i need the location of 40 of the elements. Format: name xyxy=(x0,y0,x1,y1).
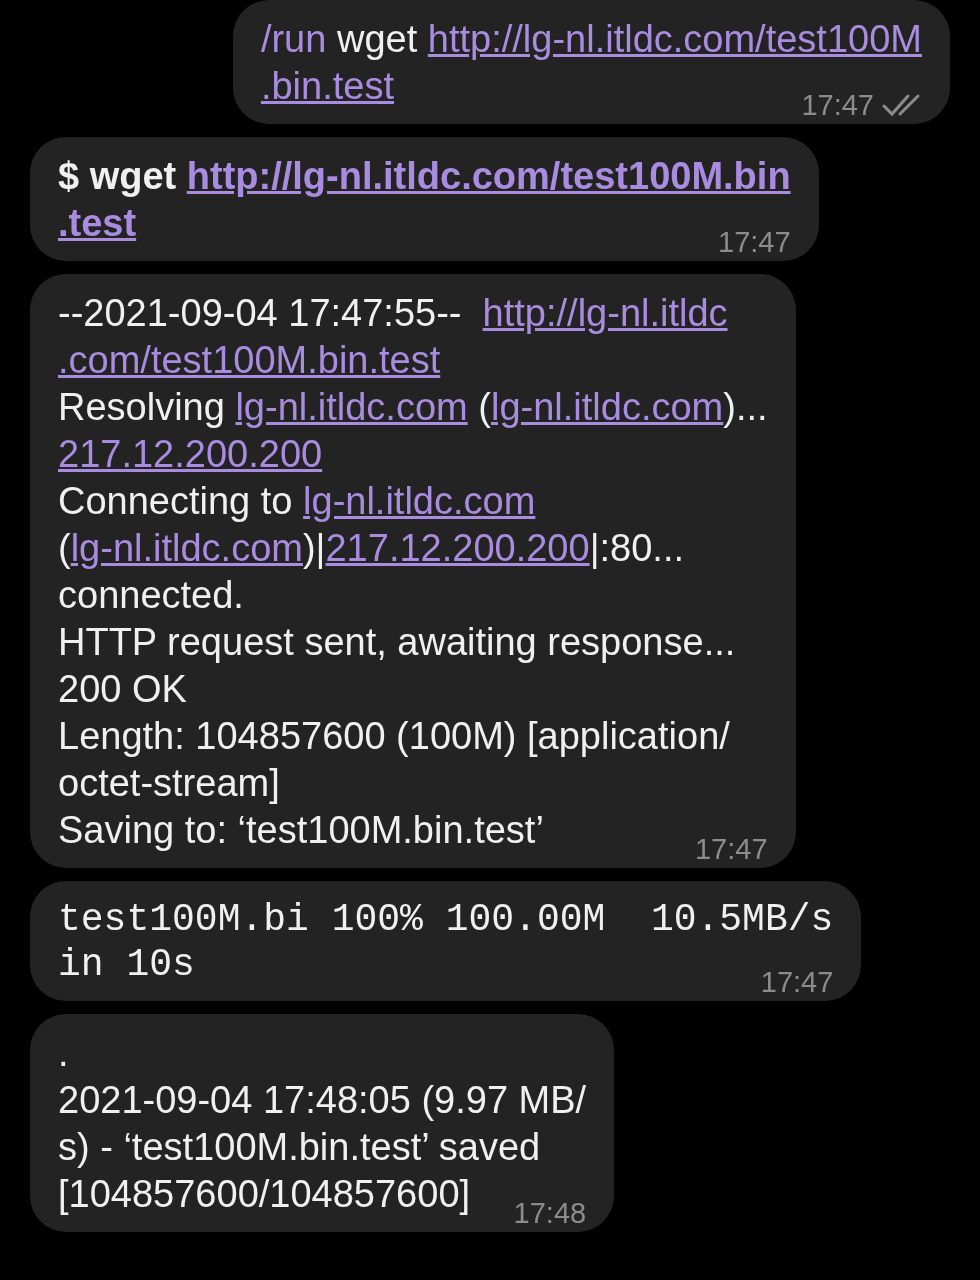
link[interactable]: lg-nl.itldc.com xyxy=(235,384,468,431)
message-text: --2021-09-04 17:47:55-- xyxy=(58,291,463,336)
message-text: s) - ‘test100M.bin.test’ saved xyxy=(58,1125,541,1170)
message-time: 17:47 xyxy=(801,90,874,120)
message-text: Length: 104857600 (100M) [application/ xyxy=(58,714,730,759)
link[interactable]: lg-nl.itldc.com xyxy=(70,525,303,572)
link[interactable]: http://lg-nl.itldc.com/test100M.bin xyxy=(186,153,791,200)
command-link[interactable]: /run xyxy=(260,16,327,63)
message-time: 17:47 xyxy=(718,227,791,257)
message-time: 17:48 xyxy=(513,1198,587,1228)
message-text: test100M.bi 100% 100.00M 10.5MB/s xyxy=(58,897,834,942)
message-text: ( xyxy=(477,385,491,430)
link[interactable]: 217.12.200.200 xyxy=(58,431,323,478)
message-text: $ wget xyxy=(58,154,178,199)
link[interactable]: .test xyxy=(58,200,137,247)
link[interactable]: http://lg-nl.itldc.com/test100M xyxy=(427,16,922,63)
link[interactable]: .com/test100M.bin.test xyxy=(58,337,441,384)
message-text: [104857600/104857600] xyxy=(58,1172,471,1217)
message-time: 17:47 xyxy=(760,967,834,997)
link[interactable]: lg-nl.itldc.com xyxy=(490,384,724,431)
message-text: Resolving xyxy=(58,385,226,430)
link[interactable]: 217.12.200.200 xyxy=(325,525,590,572)
message-text: wget xyxy=(335,17,419,62)
message-text: )| xyxy=(302,526,326,571)
message-text: |:80... xyxy=(589,526,684,571)
message-text: )... xyxy=(723,385,768,430)
message-text: 200 OK xyxy=(58,667,187,712)
message-text: . xyxy=(58,1031,69,1076)
message-text: ( xyxy=(58,526,71,571)
message-text: Connecting to xyxy=(58,479,294,524)
message-text: Saving to: ‘test100M.bin.test’ xyxy=(58,808,544,853)
message-time: 17:47 xyxy=(695,834,768,864)
message-text: 2021-09-04 17:48:05 (9.97 MB/ xyxy=(58,1078,587,1123)
message-text: in 10s xyxy=(58,942,195,987)
message-text: octet-stream] xyxy=(58,761,280,806)
link[interactable]: .bin.test xyxy=(260,63,394,110)
message-text: connected. xyxy=(58,573,244,618)
link[interactable]: http://lg-nl.itldc xyxy=(482,290,728,337)
message-text: HTTP request sent, awaiting response... xyxy=(58,620,736,665)
link[interactable]: lg-nl.itldc.com xyxy=(303,478,536,525)
